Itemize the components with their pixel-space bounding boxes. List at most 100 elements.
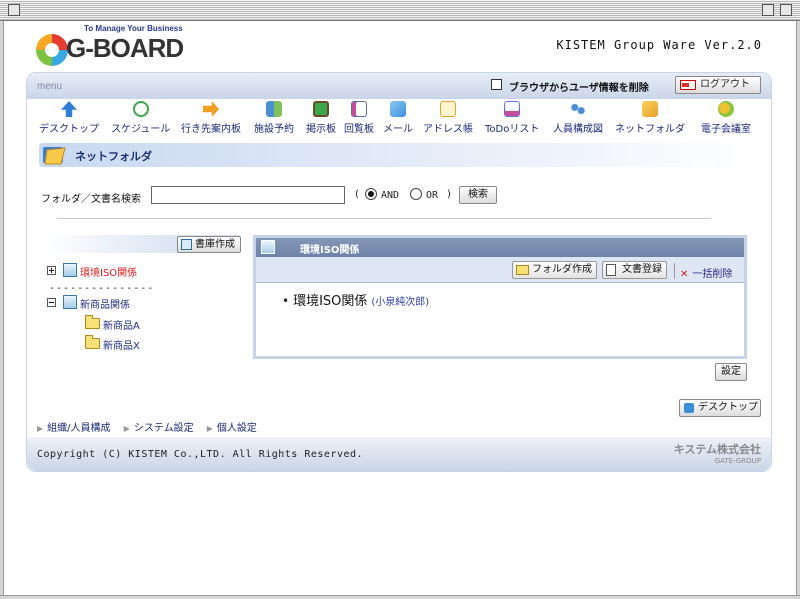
toolbar-separator (674, 263, 675, 279)
checklist-icon (351, 101, 367, 117)
collapse-icon[interactable] (47, 298, 56, 307)
nav-item-todo-list[interactable]: ToDoリスト (485, 101, 539, 135)
logout-icon (680, 80, 696, 90)
search-paren-close: ) (447, 189, 451, 200)
gboard-logo: To Manage Your Business G-BOARD (36, 24, 196, 68)
todo-icon (504, 101, 521, 117)
tree-item-label: 新商品関係 (80, 300, 130, 311)
desktop-arrow-icon (684, 403, 694, 413)
footer-links: ▶ 組織/人員構成 ▶ システム設定 ▶ 個人設定 (37, 419, 267, 434)
page-title: ネットフォルダ (75, 150, 152, 163)
bullet-icon: • (282, 294, 290, 308)
link-personal-settings[interactable]: 個人設定 (217, 423, 257, 434)
window-frame-left (0, 21, 4, 599)
desktop-button[interactable]: デスクトップ (679, 399, 761, 417)
nav-item-facility-booking[interactable]: 施設予約 (254, 101, 294, 135)
nav-item-org-chart[interactable]: 人員構成図 (553, 101, 603, 135)
panel-toolbar: フォルダ作成 文書登録 ✕ 一括削除 (256, 257, 744, 283)
triangle-icon: ▶ (123, 424, 130, 433)
net-folder-icon (642, 101, 658, 117)
facility-icon (266, 101, 282, 117)
search-button[interactable]: 検索 (459, 186, 497, 204)
search-row: フォルダ／文書名検索 ( AND OR ) 検索 (41, 186, 761, 206)
folder-icon (85, 335, 100, 349)
tree-separator: --------------- (49, 283, 155, 294)
cabinet-icon (63, 295, 77, 309)
search-paren-open: ( (355, 189, 359, 200)
nav-item-schedule[interactable]: スケジュール (111, 101, 170, 135)
triangle-icon: ▶ (206, 424, 213, 433)
logo-tagline: To Manage Your Business (84, 24, 183, 33)
bulk-delete-button[interactable]: ✕ 一括削除 (680, 265, 732, 280)
logout-button[interactable]: ログアウト (675, 76, 761, 94)
logo-mark-icon (36, 34, 68, 66)
window-titlebar (0, 0, 800, 21)
nav-item-destination-board[interactable]: 行き先案内板 (181, 101, 241, 135)
create-folder-button[interactable]: フォルダ作成 (512, 261, 597, 279)
nav-item-meeting-room[interactable]: 電子会議室 (701, 101, 751, 135)
version-label: KISTEM Group Ware Ver.2.0 (556, 38, 762, 52)
nav-item-net-folder[interactable]: ネットフォルダ (615, 101, 685, 135)
address-book-icon (440, 101, 456, 117)
main-nav: デスクトップ スケジュール 行き先案内板 施設予約 掲示板 回覧板 メール アド… (27, 101, 771, 141)
or-radio[interactable] (410, 188, 422, 200)
mail-icon (390, 101, 406, 117)
and-radio[interactable] (365, 188, 377, 200)
window-frame-right (796, 21, 800, 599)
menu-label: menu (37, 81, 63, 92)
expand-icon[interactable] (47, 266, 56, 275)
menu-bar: menu ブラウザからユーザ情報を削除 ログアウト (27, 73, 771, 99)
net-folder-icon (43, 147, 66, 165)
cabinet-icon (261, 240, 275, 254)
tree-item-label: 新商品A (103, 321, 140, 332)
main-frame: menu ブラウザからユーザ情報を削除 ログアウト デスクトップ スケジュール … (26, 72, 772, 472)
desktop-arrow-icon (61, 101, 77, 117)
document-icon (606, 264, 616, 276)
entry-author[interactable]: (小泉純次郎) (371, 297, 429, 308)
link-system-settings[interactable]: システム設定 (134, 423, 194, 434)
logo-text: G-BOARD (66, 33, 184, 63)
link-org-structure[interactable]: 組織/人員構成 (47, 423, 110, 434)
clock-icon (132, 101, 149, 117)
nav-item-desktop[interactable]: デスクトップ (39, 101, 99, 135)
settings-button[interactable]: 設定 (715, 363, 747, 381)
copyright: Copyright (C) KISTEM Co.,LTD. All Rights… (37, 449, 364, 460)
collapse-window-button[interactable] (780, 4, 792, 16)
cabinet-icon (63, 263, 77, 277)
and-radio-label: AND (381, 190, 400, 201)
nav-item-address-book[interactable]: アドレス帳 (423, 101, 473, 135)
register-document-button[interactable]: 文書登録 (602, 261, 667, 279)
search-label: フォルダ／文書名検索 (41, 194, 141, 205)
footer: Copyright (C) KISTEM Co.,LTD. All Rights… (27, 437, 771, 471)
logout-label: ログアウト (700, 79, 750, 90)
divider (57, 218, 711, 219)
panel-header: 環境ISO関係 (256, 238, 744, 257)
window-frame-bottom (0, 595, 800, 599)
entry-name[interactable]: 環境ISO関係 (293, 294, 367, 309)
tree-item-label: 新商品X (103, 341, 140, 352)
zoom-window-button[interactable] (762, 4, 774, 16)
search-input[interactable] (151, 186, 345, 204)
folder-icon (85, 315, 100, 329)
meeting-room-icon (718, 101, 734, 117)
board-icon (313, 101, 329, 117)
create-cabinet-button[interactable]: 書庫作成 (177, 236, 241, 253)
delete-user-info-label: ブラウザからユーザ情報を削除 (509, 83, 649, 94)
org-chart-icon (570, 101, 586, 117)
folder-icon (516, 265, 529, 275)
delete-x-icon: ✕ (680, 269, 689, 280)
close-window-button[interactable] (8, 4, 20, 16)
document-entry[interactable]: • 環境ISO関係 (小泉純次郎) (282, 290, 429, 309)
nav-item-circular[interactable]: 回覧板 (344, 101, 374, 135)
delete-user-info-checkbox[interactable] (491, 79, 502, 90)
panel-title: 環境ISO関係 (300, 245, 360, 256)
tree-item-label: 環境ISO関係 (80, 268, 138, 279)
page-title-bar: ネットフォルダ (39, 143, 761, 167)
nav-item-mail[interactable]: メール (383, 101, 413, 135)
arrow-right-icon (203, 101, 219, 117)
cabinet-icon (181, 239, 192, 250)
cabinet-panel: 環境ISO関係 フォルダ作成 文書登録 ✕ 一括削除 • 環境ISO関係 (小泉純次郎… (253, 235, 747, 359)
triangle-icon: ▶ (37, 424, 44, 433)
nav-item-bulletin-board[interactable]: 掲示板 (306, 101, 336, 135)
or-radio-label: OR (426, 190, 439, 201)
